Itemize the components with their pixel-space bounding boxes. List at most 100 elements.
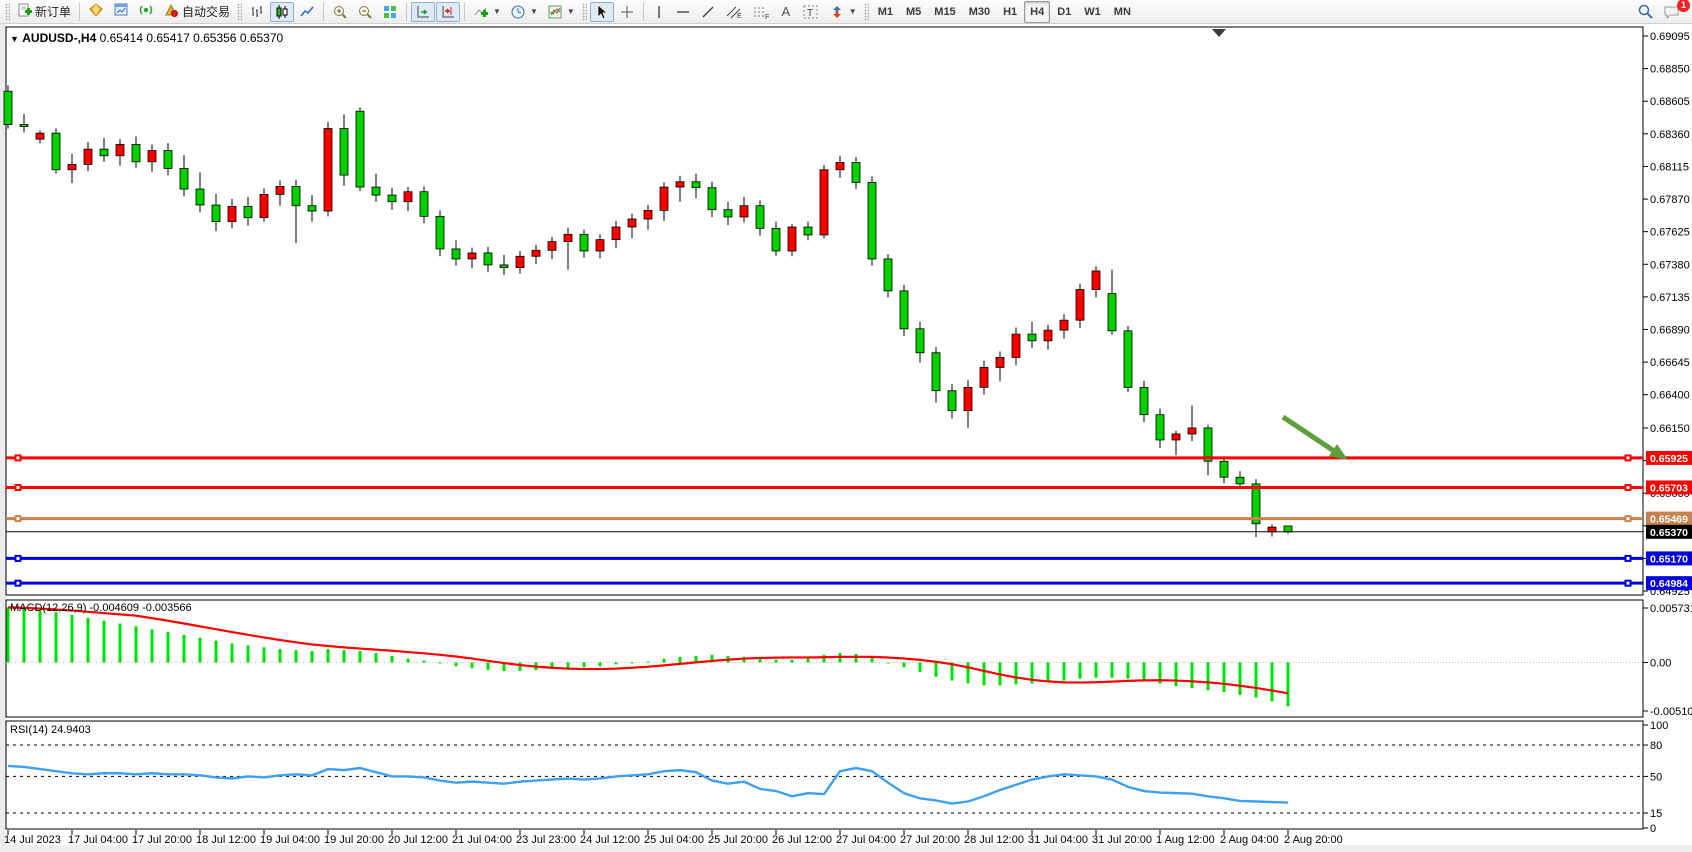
date-axis-label: 21 Jul 04:00 (452, 834, 512, 846)
macd-bar (39, 610, 42, 662)
market-window-button[interactable] (109, 2, 133, 22)
macd-label: MACD(12,26,9) -0.004609 -0.003566 (10, 602, 192, 614)
price-axis-label: 0.66150 (1650, 423, 1690, 435)
autotrading-button[interactable]: 自动交易 (159, 2, 234, 22)
chart-canvas[interactable]: 0.690950.688500.686050.683600.681150.678… (0, 0, 1692, 852)
date-axis-label: 20 Jul 12:00 (388, 834, 448, 846)
toolbar-grip[interactable] (582, 3, 587, 21)
crosshair-button[interactable] (615, 2, 639, 22)
timeframe-button-MN[interactable]: MN (1108, 1, 1137, 23)
macd-bar (1255, 663, 1258, 698)
timeframe-button-H4[interactable]: H4 (1024, 1, 1050, 23)
indicators-icon (473, 4, 489, 20)
macd-bar (311, 651, 314, 662)
macd-bar (375, 653, 378, 663)
svg-text:E: E (737, 13, 742, 20)
macd-bar (1015, 663, 1018, 685)
trendline-button[interactable] (696, 2, 720, 22)
macd-bar (295, 650, 298, 662)
macd-bar (183, 635, 186, 663)
macd-bar (327, 649, 330, 662)
macd-bar (1063, 663, 1066, 681)
signals-button[interactable] (134, 2, 158, 22)
chart-header: ▼ AUDUSD-,H4 0.65414 0.65417 0.65356 0.6… (10, 31, 283, 45)
main-chart-panel[interactable] (6, 27, 1643, 595)
candle (1124, 326, 1132, 392)
line-chart-button[interactable] (295, 2, 319, 22)
new-order-button[interactable]: 新订单 (13, 2, 75, 22)
macd-bar (615, 663, 618, 665)
timeframe-button-M5[interactable]: M5 (900, 1, 927, 23)
window-left-grip[interactable] (0, 24, 6, 852)
toolbar-grip[interactable] (237, 3, 242, 21)
toolbar-grip[interactable] (5, 3, 10, 21)
macd-bar (279, 649, 282, 662)
line-handle-center (1627, 456, 1630, 459)
notification-badge: 1 (1677, 0, 1690, 12)
macd-bar (519, 663, 522, 672)
auto-scroll-icon (415, 4, 431, 20)
trendline-icon (700, 4, 716, 20)
macd-bar (439, 663, 442, 664)
macd-bar (199, 638, 202, 663)
equidistant-channel-button[interactable]: E (721, 2, 747, 22)
timeframe-button-D1[interactable]: D1 (1051, 1, 1077, 23)
macd-bar (487, 663, 490, 671)
arrows-button[interactable]: ▼ (825, 2, 861, 22)
vertical-line-button[interactable] (648, 2, 670, 22)
horizontal-line-button[interactable] (671, 2, 695, 22)
text-label-button[interactable]: T (798, 2, 824, 22)
date-axis-label: 31 Jul 04:00 (1028, 834, 1088, 846)
line-handle-center (17, 486, 20, 489)
macd-bar (679, 657, 682, 663)
text-button[interactable]: A (775, 2, 797, 22)
macd-bar (935, 663, 938, 677)
zoom-out-button[interactable] (353, 2, 377, 22)
timeframe-button-M30[interactable]: M30 (963, 1, 996, 23)
collapse-triangle-icon[interactable]: ▼ (10, 34, 19, 44)
search-button[interactable] (1633, 2, 1658, 22)
toolbar-grip[interactable] (864, 3, 869, 21)
separator (79, 3, 80, 21)
timeframe-button-H1[interactable]: H1 (997, 1, 1023, 23)
date-axis-label: 18 Jul 12:00 (196, 834, 256, 846)
macd-bar (903, 663, 906, 668)
date-axis-label: 31 Jul 20:00 (1092, 834, 1152, 846)
macd-bar (1127, 663, 1130, 679)
separator (464, 3, 465, 21)
macd-bar (23, 608, 26, 662)
auto-scroll-button[interactable] (411, 2, 435, 22)
periods-button[interactable]: ▼ (506, 2, 542, 22)
search-icon (1637, 3, 1654, 20)
chat-button[interactable]: 1 (1659, 2, 1685, 22)
date-axis-label: 27 Jul 04:00 (836, 834, 896, 846)
fibonacci-button[interactable]: F (748, 2, 774, 22)
macd-bar (663, 659, 666, 663)
timeframe-button-M1[interactable]: M1 (872, 1, 899, 23)
autotrading-label: 自动交易 (182, 3, 230, 20)
macd-bar (119, 624, 122, 663)
templates-button[interactable]: ▼ (543, 2, 579, 22)
crosshair-icon (619, 4, 635, 20)
candlestick-chart-button[interactable] (270, 2, 294, 22)
date-axis-label: 26 Jul 12:00 (772, 834, 832, 846)
gem-icon (88, 2, 104, 21)
bar-chart-button[interactable] (245, 2, 269, 22)
zoom-in-icon (332, 4, 348, 20)
macd-bar (87, 618, 90, 663)
line-handle-center (1627, 517, 1630, 520)
tile-windows-button[interactable] (378, 2, 402, 22)
cursor-button[interactable] (590, 2, 614, 22)
macd-bar (631, 663, 634, 664)
chart-shift-button[interactable] (436, 2, 460, 22)
label-tool-icon: T (802, 4, 820, 20)
date-axis-label: 17 Jul 04:00 (68, 834, 128, 846)
quotes-button[interactable] (84, 2, 108, 22)
macd-bar (151, 629, 154, 662)
timeframe-button-M15[interactable]: M15 (928, 1, 961, 23)
zoom-in-button[interactable] (328, 2, 352, 22)
macd-bar (1223, 663, 1226, 692)
separator (323, 3, 324, 21)
timeframe-button-W1[interactable]: W1 (1078, 1, 1107, 23)
indicators-button[interactable]: ▼ (469, 2, 505, 22)
